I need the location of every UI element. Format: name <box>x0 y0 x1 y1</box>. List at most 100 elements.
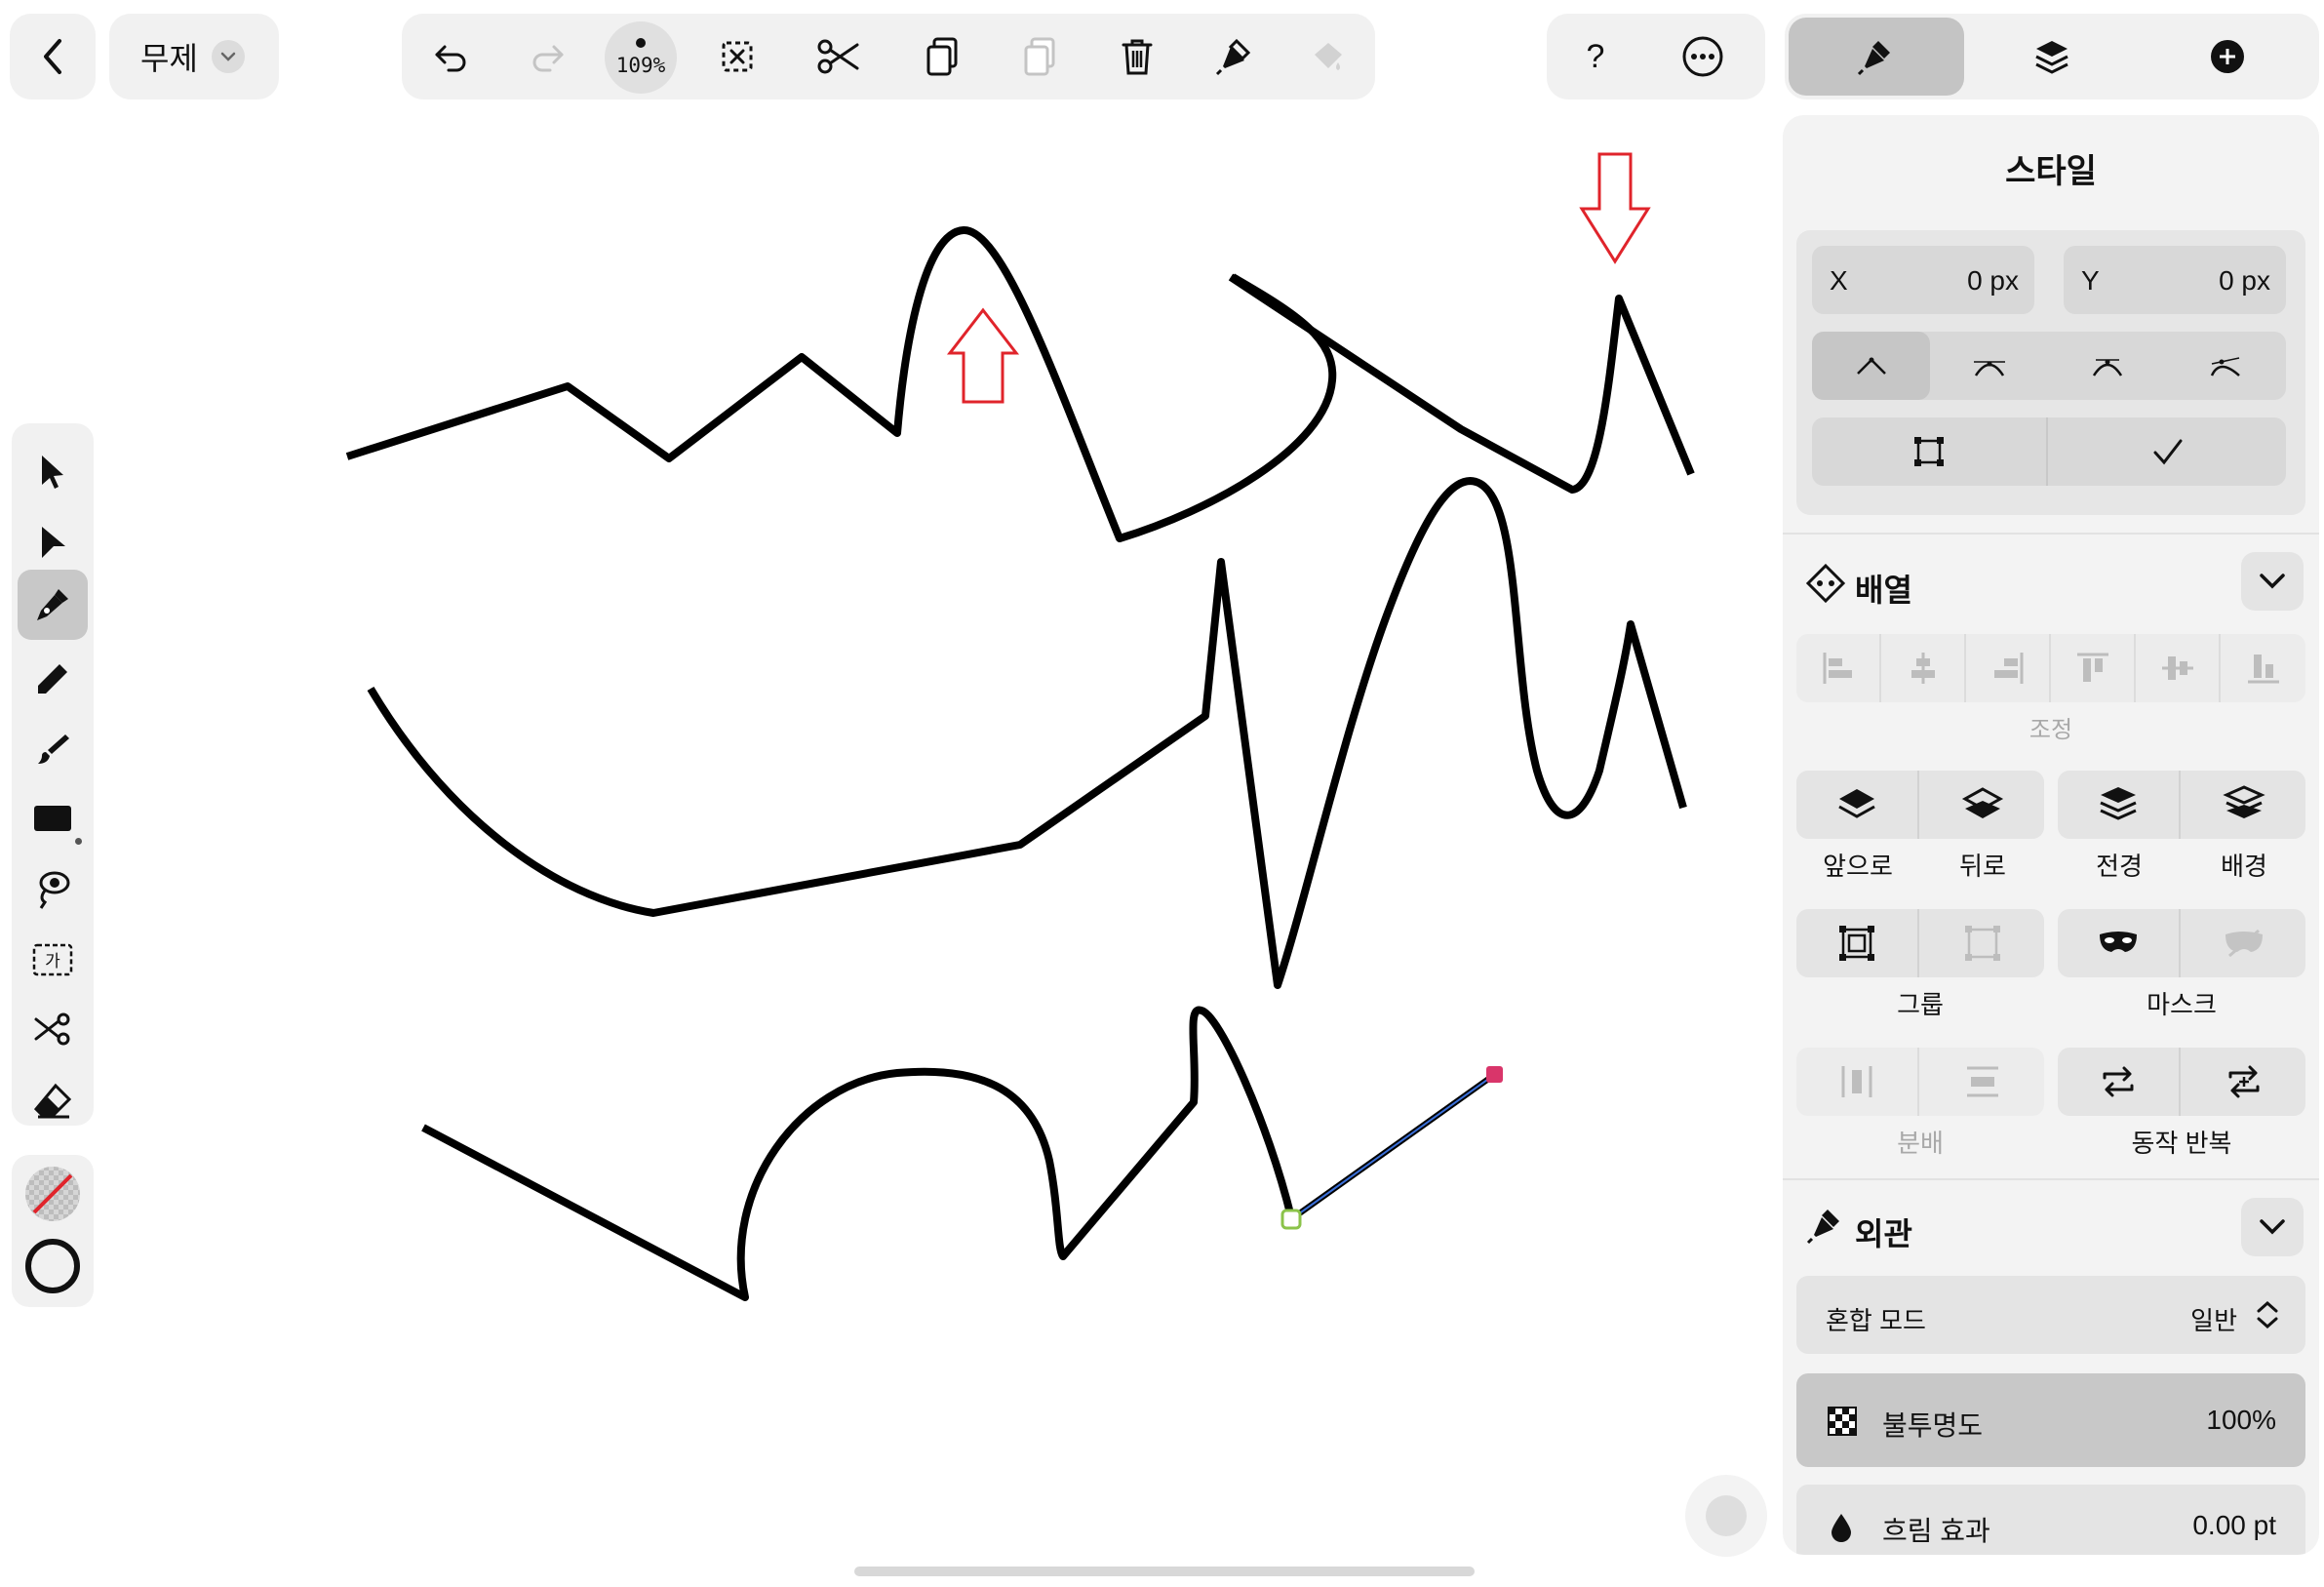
plus-circle-icon <box>2211 40 2244 73</box>
inspector-tabs <box>1785 14 2319 99</box>
appearance-collapse-button[interactable] <box>2241 1198 2304 1256</box>
distribute-horizontal-icon <box>1841 1066 1872 1097</box>
repeat-duplicate-button[interactable] <box>2183 1048 2305 1116</box>
repeat-label: 동작 반복 <box>2131 1129 2232 1158</box>
confirm-button[interactable] <box>2050 417 2286 486</box>
droplet-icon <box>1832 1514 1851 1542</box>
appearance-title: 외관 <box>1855 1216 1912 1251</box>
arrange-title: 배열 <box>1855 573 1912 608</box>
node-smooth-button[interactable] <box>1930 332 2048 400</box>
align-left-button[interactable] <box>1796 634 1881 702</box>
divider <box>1783 1178 2319 1180</box>
tab-add[interactable] <box>2140 18 2315 96</box>
align-center-h-icon <box>1910 653 1935 684</box>
send-to-back-button[interactable] <box>2183 771 2305 839</box>
align-center-v-icon <box>2161 656 2193 680</box>
align-center-v-button[interactable] <box>2136 634 2221 702</box>
path-zigzag-peak[interactable] <box>345 225 1337 542</box>
bring-to-front-label: 전경 <box>2096 852 2143 881</box>
blend-mode-value: 일반 <box>2190 1306 2237 1335</box>
bounding-box-button[interactable] <box>1812 417 2048 486</box>
group-buttons <box>1796 909 2044 977</box>
align-bottom-icon <box>2247 655 2279 684</box>
annotation-arrow-down <box>1579 152 1651 264</box>
bring-to-front-button[interactable] <box>2058 771 2181 839</box>
appearance-header[interactable]: 외관 <box>1800 1192 2305 1260</box>
node-asymmetric-button[interactable] <box>2166 332 2284 400</box>
blur-value: 0.00 pt <box>2192 1510 2276 1540</box>
node-symmetric-button[interactable] <box>2048 332 2166 400</box>
blend-mode-row[interactable]: 혼합 모드 일반 <box>1796 1276 2305 1354</box>
order-group-1 <box>1796 771 2044 839</box>
position-group: X 0 px Y 0 px <box>1796 230 2305 515</box>
repeat-buttons <box>2058 1048 2305 1116</box>
blur-label: 흐림 효과 <box>1882 1516 1990 1546</box>
group-button[interactable] <box>1796 909 1919 977</box>
send-to-back-icon <box>2223 785 2265 818</box>
bring-forward-label: 앞으로 <box>1823 852 1893 881</box>
group-label: 그룹 <box>1897 990 1944 1019</box>
opacity-value: 100% <box>2206 1405 2276 1435</box>
chevron-down-icon <box>2260 574 2285 589</box>
mask-label: 마스크 <box>2147 990 2217 1019</box>
align-right-button[interactable] <box>1966 634 2051 702</box>
ungroup-icon <box>1965 926 2000 961</box>
corner-node-icon <box>1856 357 1886 375</box>
ungroup-button[interactable] <box>1921 909 2044 977</box>
group-icon <box>1839 926 1874 961</box>
symmetric-node-icon <box>2092 359 2122 377</box>
arrange-collapse-button[interactable] <box>2241 552 2304 611</box>
smooth-node-icon <box>1973 361 2005 377</box>
path-upper-right[interactable] <box>1228 273 1695 494</box>
checkmark-icon <box>2153 439 2183 465</box>
distribute-horizontal-button[interactable] <box>1796 1048 1919 1116</box>
anchor-point-end[interactable] <box>1486 1066 1503 1083</box>
align-center-h-button[interactable] <box>1881 634 1966 702</box>
mask-button[interactable] <box>2058 909 2181 977</box>
arrange-header[interactable]: 배열 <box>1800 548 2305 616</box>
brush-icon <box>1806 1210 1839 1245</box>
tab-style[interactable] <box>1789 18 1964 96</box>
blur-slider[interactable]: 흐림 효과 0.00 pt <box>1796 1485 2305 1555</box>
tab-layers[interactable] <box>1964 18 2140 96</box>
unmask-button[interactable] <box>2183 909 2305 977</box>
distribute-vertical-button[interactable] <box>1921 1048 2044 1116</box>
bring-forward-button[interactable] <box>1796 771 1919 839</box>
path-bottom[interactable] <box>421 1006 1295 1301</box>
x-label: X <box>1830 265 1848 296</box>
align-right-icon <box>1993 653 2023 684</box>
repeat-transform-button[interactable] <box>2058 1048 2181 1116</box>
align-bottom-button[interactable] <box>2221 634 2305 702</box>
opacity-label: 불투명도 <box>1882 1410 1984 1441</box>
distribute-buttons <box>1796 1048 2044 1116</box>
layers-icon <box>2035 41 2068 74</box>
align-top-icon <box>2076 653 2108 682</box>
adjust-label: 조정 <box>2029 717 2073 743</box>
distribute-vertical-icon <box>1967 1066 1998 1097</box>
x-field[interactable]: X 0 px <box>1812 246 2034 314</box>
inspector-panel: 스타일 X 0 px Y 0 px 배열 조정 앞으로 뒤로 전경 배경 그룹 … <box>1783 115 2319 1555</box>
x-value: 0 px <box>1967 265 2019 296</box>
home-indicator <box>854 1567 1475 1576</box>
bring-to-front-icon <box>2100 787 2137 820</box>
chevron-down-icon <box>2260 1219 2285 1235</box>
drawing-canvas[interactable] <box>0 0 1755 1587</box>
arrange-icon <box>1805 563 1846 604</box>
send-to-back-label: 배경 <box>2221 852 2267 881</box>
path-bowl-wave[interactable] <box>367 477 1687 989</box>
annotation-arrow-up <box>946 307 1020 404</box>
assist-dot-icon <box>1706 1495 1747 1536</box>
inspector-title: 스타일 <box>2005 153 2097 190</box>
distribute-label: 분배 <box>1897 1129 1944 1158</box>
align-left-icon <box>1823 653 1852 684</box>
align-top-button[interactable] <box>2051 634 2136 702</box>
opacity-slider[interactable]: 불투명도 100% <box>1796 1373 2305 1467</box>
order-group-2 <box>2058 771 2305 839</box>
divider <box>1783 533 2319 535</box>
node-corner-button[interactable] <box>1812 332 1930 400</box>
anchor-point-start[interactable] <box>1280 1209 1302 1230</box>
send-backward-button[interactable] <box>1921 771 2044 839</box>
floating-assist-button[interactable] <box>1685 1475 1767 1557</box>
y-field[interactable]: Y 0 px <box>2064 246 2286 314</box>
repeat-plus-icon <box>2228 1065 2260 1098</box>
